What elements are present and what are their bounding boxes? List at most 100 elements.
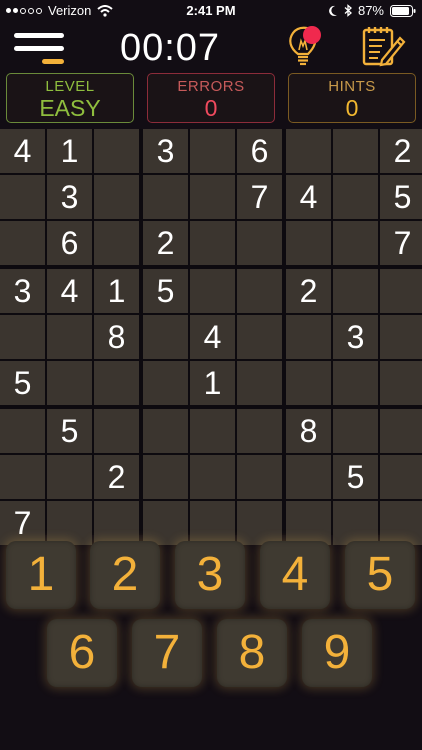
cell-r7c4[interactable]: [143, 409, 188, 453]
hint-button[interactable]: [284, 24, 324, 68]
cell-r9c1[interactable]: 7: [0, 501, 45, 545]
number-pad-button-1[interactable]: 1: [6, 541, 76, 609]
cell-r7c9[interactable]: [380, 409, 422, 453]
cell-r1c2[interactable]: 1: [47, 129, 92, 173]
cell-r4c2[interactable]: 4: [47, 269, 92, 313]
battery-percent: 87%: [357, 3, 384, 18]
cell-r6c8[interactable]: [333, 361, 378, 405]
cell-r3c3[interactable]: [94, 221, 139, 265]
game-timer: 00:07: [119, 27, 221, 69]
notes-button[interactable]: [358, 24, 408, 68]
number-pad-button-3[interactable]: 3: [175, 541, 245, 609]
cell-r7c3[interactable]: [94, 409, 139, 453]
cell-r4c9[interactable]: [380, 269, 422, 313]
battery-icon: [390, 4, 416, 17]
cell-r2c6[interactable]: 7: [237, 175, 282, 219]
cell-r4c1[interactable]: 3: [0, 269, 45, 313]
cell-r9c4[interactable]: [143, 501, 188, 545]
number-pad-button-7[interactable]: 7: [132, 619, 202, 687]
cell-r8c3[interactable]: 2: [94, 455, 139, 499]
cell-r3c9[interactable]: 7: [380, 221, 422, 265]
cell-r4c8[interactable]: [333, 269, 378, 313]
cell-r5c6[interactable]: [237, 315, 282, 359]
cell-r1c7[interactable]: [286, 129, 331, 173]
cell-r3c6[interactable]: [237, 221, 282, 265]
cell-r6c6[interactable]: [237, 361, 282, 405]
cell-r6c4[interactable]: [143, 361, 188, 405]
cell-r4c5[interactable]: [190, 269, 235, 313]
cell-r8c8[interactable]: 5: [333, 455, 378, 499]
cell-r2c1[interactable]: [0, 175, 45, 219]
cell-r3c5[interactable]: [190, 221, 235, 265]
sudoku-board: 413623745627341528435158257: [0, 129, 422, 545]
cell-r3c7[interactable]: [286, 221, 331, 265]
number-pad-button-5[interactable]: 5: [345, 541, 415, 609]
cell-r9c6[interactable]: [237, 501, 282, 545]
cell-r4c6[interactable]: [237, 269, 282, 313]
cell-r8c5[interactable]: [190, 455, 235, 499]
cell-r7c7[interactable]: 8: [286, 409, 331, 453]
cell-r1c4[interactable]: 3: [143, 129, 188, 173]
cell-r1c1[interactable]: 4: [0, 129, 45, 173]
cell-r9c7[interactable]: [286, 501, 331, 545]
cell-r3c2[interactable]: 6: [47, 221, 92, 265]
cell-r9c3[interactable]: [94, 501, 139, 545]
cell-r5c8[interactable]: 3: [333, 315, 378, 359]
number-pad-button-4[interactable]: 4: [260, 541, 330, 609]
cell-r3c8[interactable]: [333, 221, 378, 265]
number-pad-button-2[interactable]: 2: [90, 541, 160, 609]
top-bar: 00:07: [0, 24, 422, 70]
cell-r1c9[interactable]: 2: [380, 129, 422, 173]
cell-r2c2[interactable]: 3: [47, 175, 92, 219]
cell-r9c9[interactable]: [380, 501, 422, 545]
cell-r7c2[interactable]: 5: [47, 409, 92, 453]
cell-r8c9[interactable]: [380, 455, 422, 499]
cell-r2c8[interactable]: [333, 175, 378, 219]
cell-r5c4[interactable]: [143, 315, 188, 359]
cell-r8c6[interactable]: [237, 455, 282, 499]
cell-r5c2[interactable]: [47, 315, 92, 359]
cell-r4c4[interactable]: 5: [143, 269, 188, 313]
cell-r8c1[interactable]: [0, 455, 45, 499]
level-value: EASY: [39, 95, 101, 121]
cell-r5c9[interactable]: [380, 315, 422, 359]
cell-r2c3[interactable]: [94, 175, 139, 219]
number-pad-button-9[interactable]: 9: [302, 619, 372, 687]
cell-r9c2[interactable]: [47, 501, 92, 545]
cell-r6c5[interactable]: 1: [190, 361, 235, 405]
cell-r5c1[interactable]: [0, 315, 45, 359]
number-pad-button-6[interactable]: 6: [47, 619, 117, 687]
cell-r1c6[interactable]: 6: [237, 129, 282, 173]
cell-r5c5[interactable]: 4: [190, 315, 235, 359]
cell-r7c5[interactable]: [190, 409, 235, 453]
cell-r7c1[interactable]: [0, 409, 45, 453]
cell-r4c7[interactable]: 2: [286, 269, 331, 313]
cell-r6c7[interactable]: [286, 361, 331, 405]
cell-r7c8[interactable]: [333, 409, 378, 453]
cell-r9c5[interactable]: [190, 501, 235, 545]
menu-button[interactable]: [12, 30, 68, 68]
cell-r7c6[interactable]: [237, 409, 282, 453]
cell-r6c9[interactable]: [380, 361, 422, 405]
cell-r6c3[interactable]: [94, 361, 139, 405]
cell-r2c5[interactable]: [190, 175, 235, 219]
hints-label: HINTS: [328, 78, 376, 95]
cell-r1c8[interactable]: [333, 129, 378, 173]
cell-r5c3[interactable]: 8: [94, 315, 139, 359]
cell-r9c8[interactable]: [333, 501, 378, 545]
cell-r2c9[interactable]: 5: [380, 175, 422, 219]
cell-r2c4[interactable]: [143, 175, 188, 219]
cell-r8c4[interactable]: [143, 455, 188, 499]
cell-r4c3[interactable]: 1: [94, 269, 139, 313]
cell-r1c3[interactable]: [94, 129, 139, 173]
cell-r8c2[interactable]: [47, 455, 92, 499]
cell-r6c2[interactable]: [47, 361, 92, 405]
cell-r1c5[interactable]: [190, 129, 235, 173]
cell-r3c1[interactable]: [0, 221, 45, 265]
cell-r8c7[interactable]: [286, 455, 331, 499]
cell-r2c7[interactable]: 4: [286, 175, 331, 219]
number-pad-button-8[interactable]: 8: [217, 619, 287, 687]
cell-r6c1[interactable]: 5: [0, 361, 45, 405]
cell-r5c7[interactable]: [286, 315, 331, 359]
cell-r3c4[interactable]: 2: [143, 221, 188, 265]
